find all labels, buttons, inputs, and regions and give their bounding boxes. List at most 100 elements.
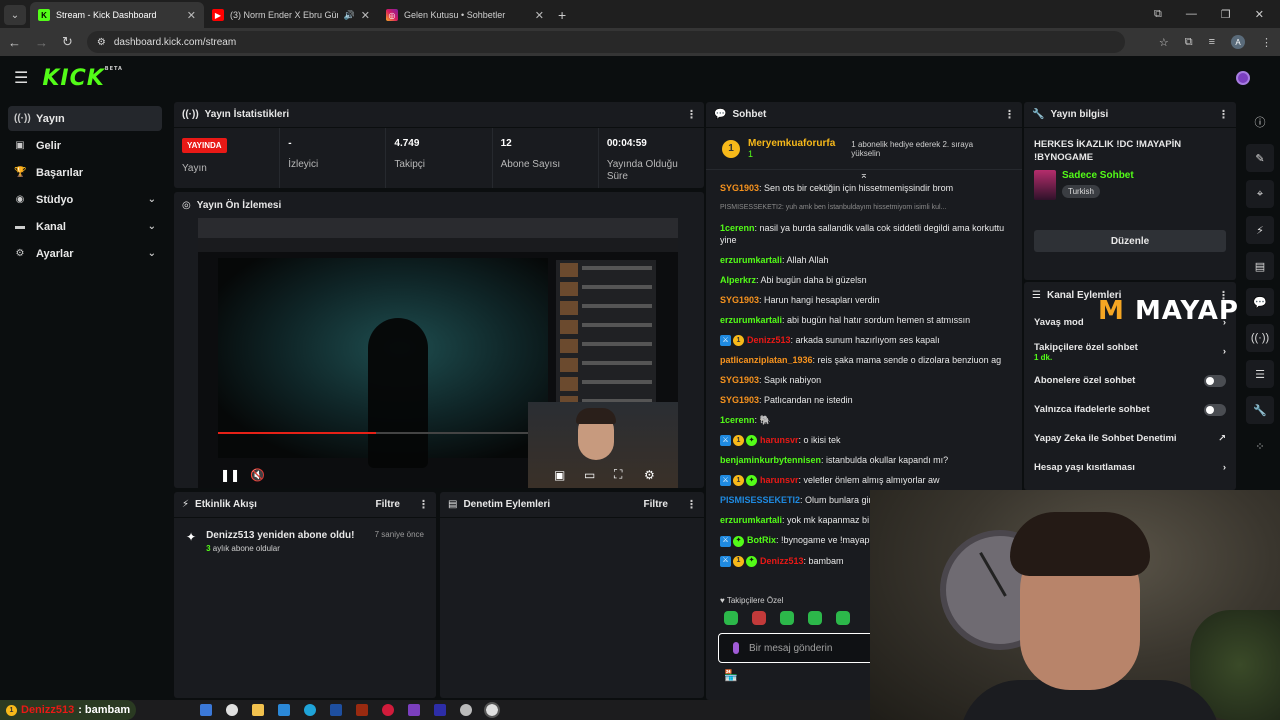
info-icon[interactable]: ⓘ <box>1246 108 1274 136</box>
more-options-icon[interactable]: ⋮ <box>418 498 429 511</box>
tab-kick-dashboard[interactable]: K Stream - Kick Dashboard ✕ <box>30 2 204 28</box>
chat-message[interactable]: erzurumkartali: Allah Allah <box>712 250 1016 270</box>
menu-icon[interactable]: ☰ <box>14 68 28 88</box>
chat-username[interactable]: benjaminkurbytennisen <box>720 455 821 465</box>
chat-username[interactable]: erzurumkartali <box>720 315 782 325</box>
url-field[interactable]: ⚙ dashboard.kick.com/stream <box>86 31 1125 53</box>
chat-message[interactable]: PISMISESSEKETI2: yuh amk ben İstanbulday… <box>712 198 1016 218</box>
close-window-icon[interactable]: ✕ <box>1255 8 1264 21</box>
chat-username[interactable]: harunsvr <box>760 435 799 445</box>
chat-message[interactable]: 1cerenn: nasil ya burda sallandik valla … <box>712 218 1016 250</box>
ai-moderation-row[interactable]: Yapay Zeka ile Sohbet Denetimi ↗ <box>1024 424 1236 453</box>
browser-menu-icon[interactable]: ⋮ <box>1261 36 1272 49</box>
emotes-only-toggle[interactable] <box>1204 403 1226 416</box>
sidebar-item-kanal[interactable]: ▬ Kanal ⌄ <box>8 214 162 239</box>
tab-strip-icon[interactable]: ⧉ <box>1154 8 1162 21</box>
profile-avatar[interactable]: A <box>1231 35 1245 49</box>
chat-username[interactable]: erzurumkartali <box>720 515 782 525</box>
pip-icon[interactable]: ▭ <box>584 468 595 482</box>
illustrator-icon[interactable] <box>356 704 368 716</box>
chat-message[interactable]: patlicanziplatan_1936: reis şaka mama se… <box>712 350 1016 370</box>
chat-message[interactable]: ⚔ 1 Denizz513: arkada sunum hazırlıyom ses… <box>712 330 1016 350</box>
obs-icon[interactable] <box>460 704 472 716</box>
chat-username[interactable]: SYG1903 <box>720 295 759 305</box>
emote[interactable] <box>752 611 766 625</box>
minimize-icon[interactable]: — <box>1186 8 1197 20</box>
chat-username[interactable]: PISMISESSEKETI2 <box>720 495 800 505</box>
chat-username[interactable]: 1cerenn <box>720 223 755 233</box>
broadcast-icon[interactable]: ((·)) <box>1246 324 1274 352</box>
chat-message[interactable]: ⚔ 1 ✦ harunsvr: veletler önlem almış almıyo… <box>712 470 1016 490</box>
chat-message[interactable]: ⚔ 1 ✦ harunsvr: o ikisi tek <box>712 430 1016 450</box>
sidebar-item-ayarlar[interactable]: ⚙ Ayarlar ⌄ <box>8 241 162 266</box>
close-icon[interactable]: ✕ <box>187 9 196 22</box>
chat-username[interactable]: patlicanziplatan_1936 <box>720 355 813 365</box>
more-options-icon[interactable]: ⋮ <box>686 108 697 121</box>
lightning-icon[interactable]: ⚡ <box>1246 216 1274 244</box>
forward-icon[interactable]: → <box>35 35 48 50</box>
chrome-icon[interactable] <box>226 704 238 716</box>
chat-username[interactable]: Alperkrz <box>720 275 756 285</box>
extensions-icon[interactable]: ⧉ <box>1185 36 1193 49</box>
app-icon[interactable] <box>382 704 394 716</box>
chat-username[interactable]: erzurumkartali <box>720 255 782 265</box>
chat-message[interactable]: SYG1903: Sapık nabiyon <box>712 370 1016 390</box>
edge-icon[interactable] <box>304 704 316 716</box>
site-info-icon[interactable]: ⚙ <box>97 37 106 48</box>
chat-message[interactable]: benjaminkurbytennisen: istanbulda okulla… <box>712 450 1016 470</box>
wrench-icon[interactable]: 🔧 <box>1246 396 1274 424</box>
chat-username[interactable]: Denizz513 <box>747 335 791 345</box>
store-icon[interactable] <box>278 704 290 716</box>
pause-icon[interactable]: ❚❚ <box>220 468 240 482</box>
premiere-icon[interactable] <box>434 704 446 716</box>
new-tab-icon[interactable]: + <box>558 7 566 23</box>
sliders-icon[interactable]: ☰ <box>1246 360 1274 388</box>
taskview-icon[interactable] <box>200 704 212 716</box>
tab-youtube[interactable]: ▶ (3) Norm Ender X Ebru Gün 🔊 ✕ <box>204 2 378 28</box>
tab-instagram[interactable]: ◎ Gelen Kutusu • Sohbetler ✕ <box>378 2 552 28</box>
pinned-gift-leaderboard[interactable]: 1 Meryemkuaforurfa 1 1 abonelik hediye e… <box>706 128 1022 170</box>
more-options-icon[interactable]: ⋮ <box>1004 108 1015 121</box>
fullscreen-icon[interactable]: ⛶ <box>614 467 622 482</box>
subscribers-only-toggle[interactable] <box>1204 374 1226 387</box>
media-icon[interactable]: ≡ <box>1209 36 1215 48</box>
chat-username[interactable]: SYG1903 <box>720 183 759 193</box>
sidebar-item-basarilar[interactable]: 🏆 Başarılar <box>8 160 162 185</box>
filter-button[interactable]: Filtre <box>376 499 400 510</box>
emote[interactable] <box>780 611 794 625</box>
tab-search-button[interactable]: ⌄ <box>4 5 26 25</box>
more-options-icon[interactable]: ⋮ <box>1218 108 1229 121</box>
chat-message[interactable]: Alperkrz: Abi bugün daha bi güzelsn <box>712 270 1016 290</box>
document-icon[interactable]: ▤ <box>1246 252 1274 280</box>
target-icon[interactable]: ⌖ <box>1246 180 1274 208</box>
edit-button[interactable]: Düzenle <box>1034 230 1226 252</box>
stream-preview-player[interactable]: ❚❚ 🔇 ▣ ▭ ⛶ ⚙ <box>198 218 678 488</box>
close-icon[interactable]: ✕ <box>361 9 370 22</box>
chat-username[interactable]: 1cerenn <box>720 415 755 425</box>
chat-message[interactable]: SYG1903: Patlıcandan ne istedin <box>712 390 1016 410</box>
audio-icon[interactable]: 🔊 <box>344 10 355 21</box>
back-icon[interactable]: ← <box>8 35 21 50</box>
followers-only-row[interactable]: Takipçilere özel sohbet 1 dk. › <box>1024 337 1236 366</box>
chat-username[interactable]: SYG1903 <box>720 395 759 405</box>
emote[interactable] <box>836 611 850 625</box>
restore-icon[interactable]: ❐ <box>1221 8 1231 21</box>
filter-button[interactable]: Filtre <box>644 499 668 510</box>
chat-message[interactable]: SYG1903: Harun hangi hesapları verdin <box>712 290 1016 310</box>
add-widget-icon[interactable]: ⁘ <box>1246 432 1274 460</box>
more-options-icon[interactable]: ⋮ <box>686 498 697 511</box>
chrome-active-icon[interactable] <box>484 702 500 718</box>
reload-icon[interactable]: ↻ <box>62 34 73 50</box>
theater-mode-icon[interactable]: ▣ <box>554 468 565 482</box>
chat-message[interactable]: erzurumkartali: abi bugün hal hatır sord… <box>712 310 1016 330</box>
chat-username[interactable]: BotRix <box>747 535 776 545</box>
mute-icon[interactable]: 🔇 <box>250 468 265 482</box>
chat-username[interactable]: Denizz513 <box>760 556 804 566</box>
sidebar-item-studyo[interactable]: ◉ Stüdyo ⌄ <box>8 187 162 212</box>
sidebar-item-gelir[interactable]: ▣ Gelir <box>8 133 162 158</box>
chat-username[interactable]: harunsvr <box>760 475 799 485</box>
sidebar-item-yayin[interactable]: ((·)) Yayın <box>8 106 162 131</box>
chat-message[interactable]: 1cerenn: 🐘 <box>712 410 1016 430</box>
pencil-icon[interactable]: ✎ <box>1246 144 1274 172</box>
close-icon[interactable]: ✕ <box>535 9 544 22</box>
